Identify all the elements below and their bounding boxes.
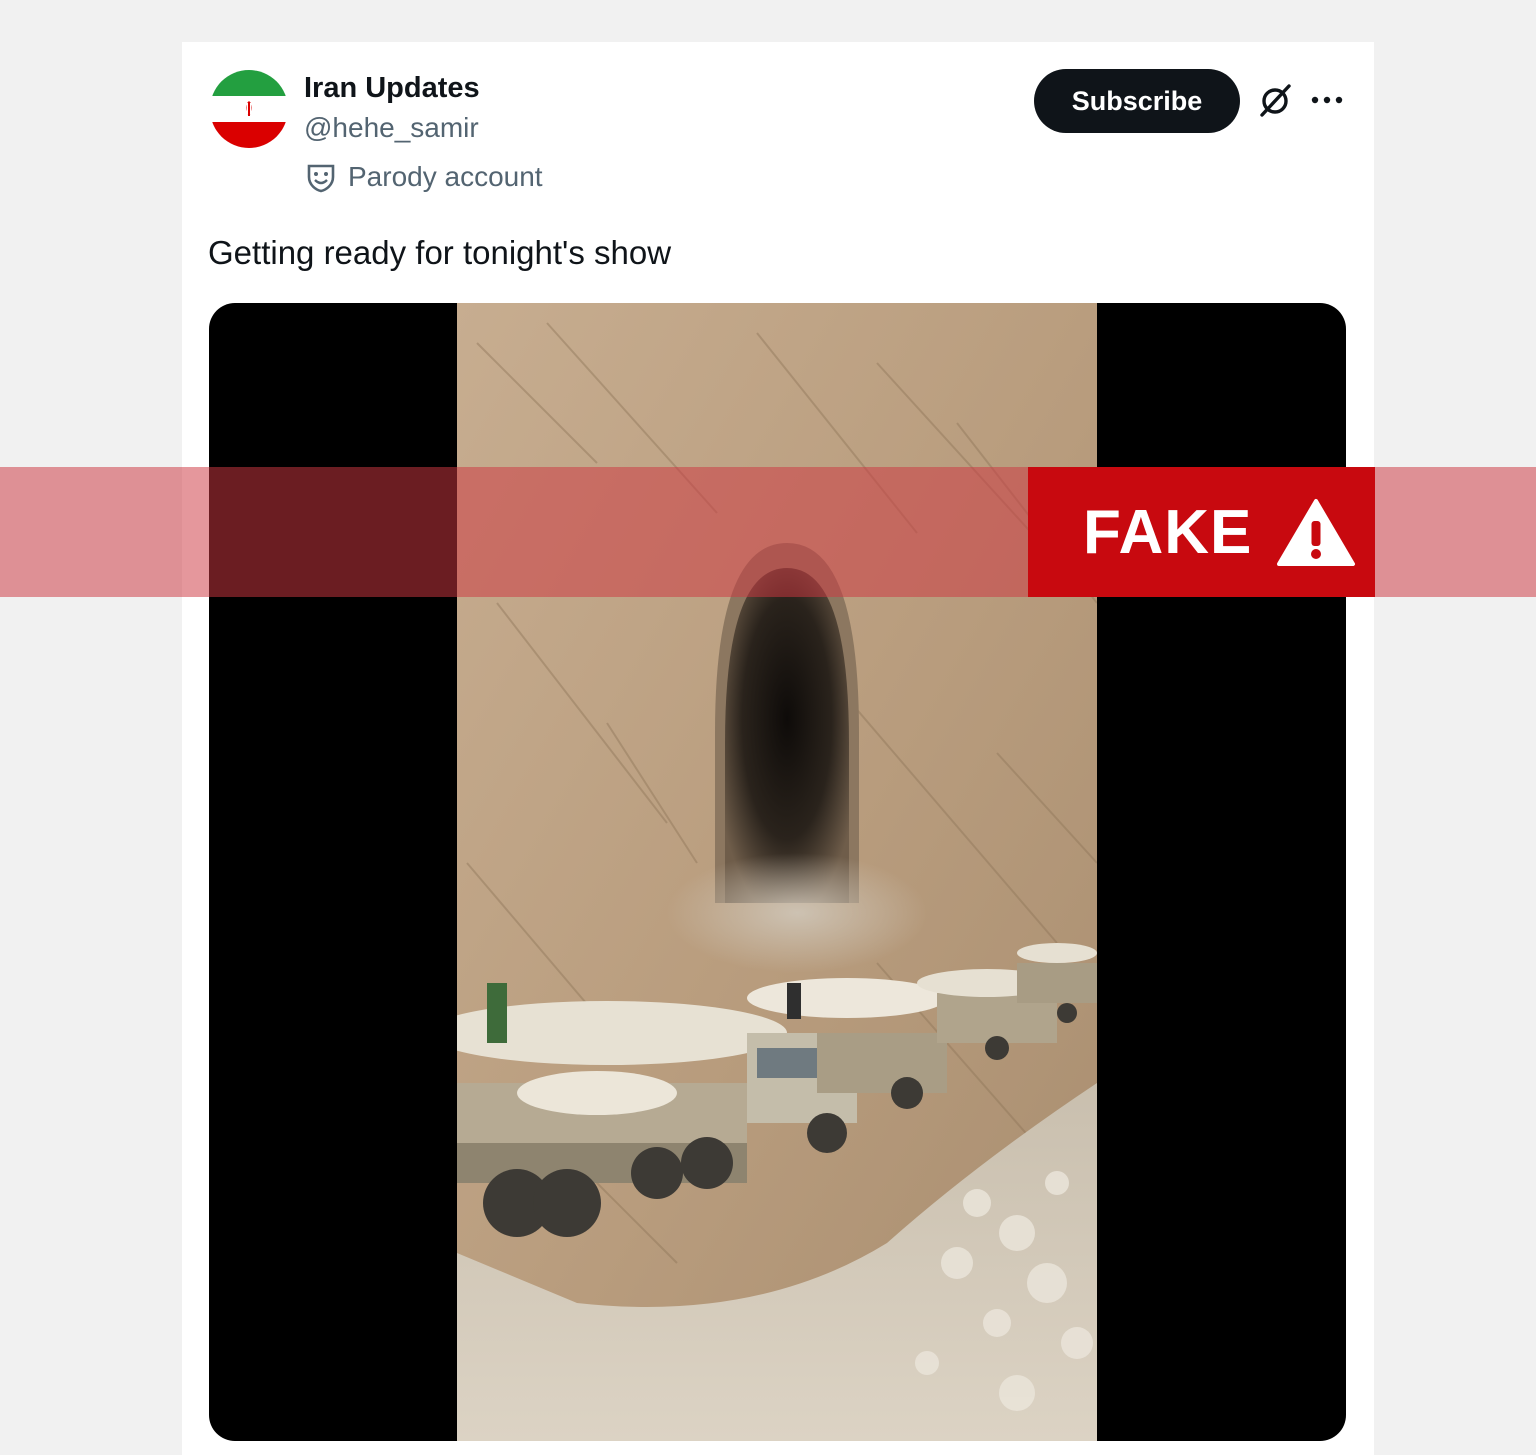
warning-triangle-icon	[1277, 499, 1355, 566]
post-card: Iran Updates @hehe_samir Parody account …	[182, 42, 1374, 1455]
user-handle[interactable]: @hehe_samir	[304, 112, 479, 144]
grok-icon[interactable]	[1256, 82, 1294, 120]
fake-label-box: FAKE	[1028, 467, 1375, 597]
parody-badge-label: Parody account	[348, 161, 543, 192]
display-name[interactable]: Iran Updates	[304, 72, 480, 105]
more-options-icon[interactable]	[1309, 88, 1345, 112]
subscribe-button[interactable]: Subscribe	[1034, 69, 1240, 133]
post-text: Getting ready for tonight's show	[208, 234, 672, 271]
theater-mask-icon	[304, 160, 338, 194]
parody-badge: Parody account	[304, 160, 543, 194]
avatar[interactable]	[210, 70, 288, 148]
fake-label: FAKE	[1083, 498, 1253, 567]
iran-flag-icon	[210, 70, 288, 148]
